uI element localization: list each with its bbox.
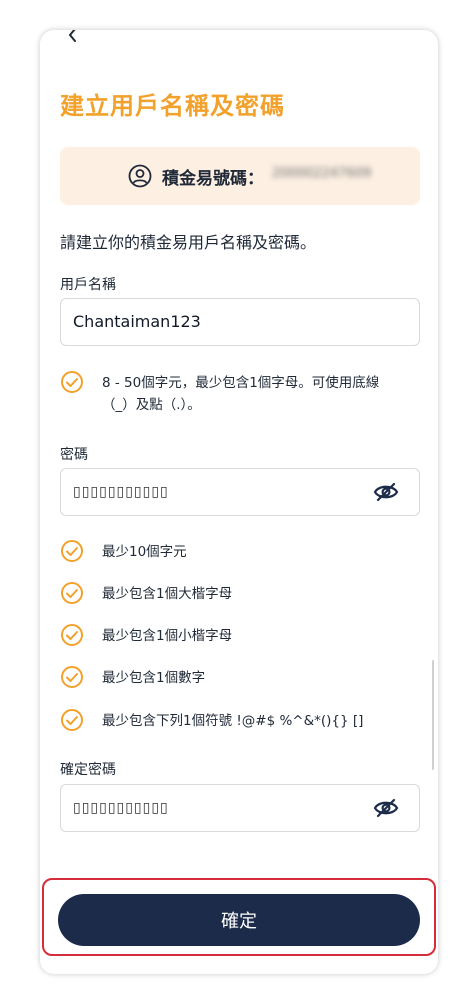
account-number-label: 積金易號碼： — [162, 169, 264, 189]
username-value: Chantaiman123 — [73, 312, 201, 331]
confirm-password-field[interactable]: ▯▯▯▯▯▯▯▯▯▯▯ — [60, 784, 420, 832]
page-title: 建立用戶名稱及密碼 — [60, 92, 285, 120]
password-field[interactable]: ▯▯▯▯▯▯▯▯▯▯▯ — [60, 468, 420, 516]
password-rule-text: 最少包含下列1個符號 !@#$ %^&*(){} [] — [102, 713, 364, 729]
check-circle-icon — [61, 624, 83, 646]
check-circle-icon — [61, 540, 83, 562]
account-number-value: 200002247609 — [272, 166, 372, 181]
confirm-button[interactable]: 確定 — [58, 894, 420, 946]
check-circle-icon — [61, 666, 83, 688]
password-rule-text: 最少包含1個大楷字母 — [102, 586, 233, 602]
instruction-text: 請建立你的積金易用戶名稱及密碼。 — [60, 233, 317, 252]
check-circle-icon — [61, 582, 83, 604]
username-rule-text: 8 - 50個字元，最少包含1個字母。可使用底線（_）及點（.）。 — [102, 375, 380, 413]
eye-slash-icon[interactable] — [373, 798, 399, 818]
phone-screen: 建立用戶名稱及密碼 積金易號碼： 200002247609 請建立你的積金易用戶… — [40, 30, 438, 974]
back-arrow-icon[interactable] — [66, 30, 80, 42]
password-rule-text: 最少10個字元 — [102, 544, 187, 560]
password-label: 密碼 — [60, 447, 88, 463]
account-number-box: 積金易號碼： 200002247609 — [60, 147, 420, 205]
check-circle-icon — [61, 709, 83, 731]
password-masked-value: ▯▯▯▯▯▯▯▯▯▯▯ — [73, 484, 169, 500]
password-rule-text: 最少包含1個小楷字母 — [102, 628, 233, 644]
user-icon — [128, 164, 152, 188]
username-field[interactable]: Chantaiman123 — [60, 298, 420, 346]
username-label: 用戶名稱 — [60, 277, 116, 293]
check-circle-icon — [61, 371, 83, 393]
eye-slash-icon[interactable] — [373, 482, 399, 502]
confirm-password-masked-value: ▯▯▯▯▯▯▯▯▯▯▯ — [73, 800, 169, 816]
confirm-password-label: 確定密碼 — [60, 762, 116, 778]
scrollbar[interactable] — [432, 660, 434, 770]
password-rule-text: 最少包含1個數字 — [102, 670, 206, 686]
